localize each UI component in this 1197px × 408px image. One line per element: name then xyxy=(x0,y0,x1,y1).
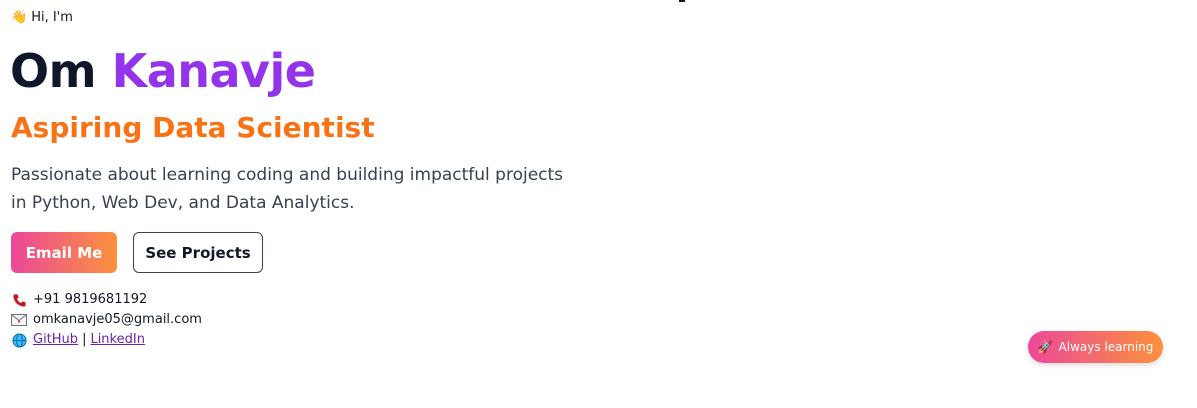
globe-icon xyxy=(11,332,27,348)
phone-number: +91 9819681192 xyxy=(33,292,148,307)
greeting-text: Hi, I'm xyxy=(31,10,73,25)
contact-phone: +91 9819681192 xyxy=(11,290,202,310)
always-learning-badge: 🚀 Always learning xyxy=(1028,331,1163,363)
bio-paragraph: Passionate about learning coding and bui… xyxy=(11,165,564,213)
rocket-icon: 🚀 xyxy=(1037,340,1053,354)
contact-email: omkanavje05@gmail.com xyxy=(11,310,202,330)
waving-hand-icon: 👋 xyxy=(11,10,28,25)
top-edge-mark xyxy=(679,0,685,2)
page-title: Om Kanavje xyxy=(10,42,316,100)
phone-icon xyxy=(11,292,27,308)
contact-links: GitHub | LinkedIn xyxy=(11,330,202,350)
greeting: 👋 Hi, I'm xyxy=(11,9,73,27)
envelope-icon xyxy=(11,312,27,328)
badge-label: Always learning xyxy=(1058,340,1154,354)
linkedin-link[interactable]: LinkedIn xyxy=(90,332,144,347)
role-subtitle: Aspiring Data Scientist xyxy=(11,111,375,144)
last-name: Kanavje xyxy=(111,44,316,98)
contact-list: +91 9819681192 omkanavje05@gmail.com Git… xyxy=(11,290,202,350)
email-address: omkanavje05@gmail.com xyxy=(33,312,202,327)
email-me-button[interactable]: Email Me xyxy=(11,232,117,273)
github-link[interactable]: GitHub xyxy=(33,332,78,347)
first-name: Om xyxy=(10,44,97,98)
see-projects-button[interactable]: See Projects xyxy=(133,232,263,273)
portfolio-hero-page: 👋 Hi, I'm Om Kanavje Aspiring Data Scien… xyxy=(0,0,1197,408)
link-separator: | xyxy=(82,332,87,347)
